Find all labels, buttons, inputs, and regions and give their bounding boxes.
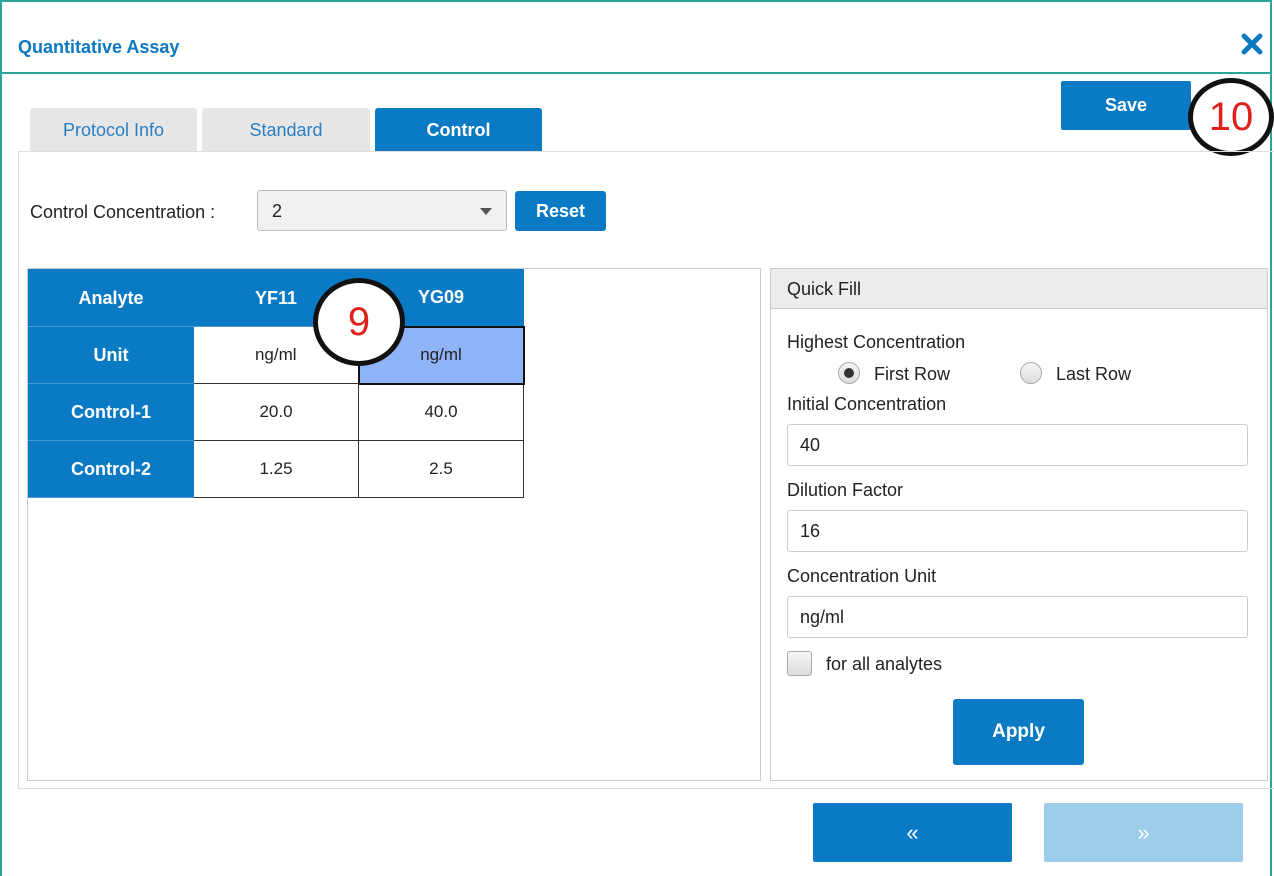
chevron-down-icon <box>480 208 492 215</box>
concentration-unit-label: Concentration Unit <box>787 566 937 586</box>
grid-cell[interactable]: 40.0 <box>358 383 524 441</box>
close-icon[interactable] <box>1240 32 1264 56</box>
dialog-titlebar: Quantitative Assay <box>2 2 1272 74</box>
tab-standard[interactable]: Standard <box>202 108 370 152</box>
quick-fill-title: Quick Fill <box>787 279 862 299</box>
grid-row-header: Control-1 <box>28 383 194 441</box>
reset-button[interactable]: Reset <box>515 191 606 231</box>
control-concentration-label: Control Concentration : <box>30 202 216 222</box>
table-row: Control-2 1.25 2.5 <box>28 440 524 498</box>
apply-button[interactable]: Apply <box>953 699 1084 765</box>
radio-last-row[interactable] <box>1020 362 1042 384</box>
for-all-analytes-checkbox[interactable] <box>787 651 812 676</box>
callout-marker-10: 10 <box>1188 78 1274 156</box>
grid-row-header: Control-2 <box>28 440 194 498</box>
concentration-unit-field[interactable]: ng/ml <box>787 596 1248 638</box>
dialog-title: Quantitative Assay <box>18 37 180 57</box>
dilution-factor-label: Dilution Factor <box>787 480 904 500</box>
control-concentration-value: 2 <box>272 201 283 221</box>
previous-button[interactable]: « <box>813 803 1012 862</box>
radio-first-row[interactable] <box>838 362 860 384</box>
quick-fill-header: Quick Fill <box>771 269 1267 309</box>
grid-cell[interactable]: 1.25 <box>193 440 359 498</box>
grid-header-row: Analyte YF11 YG09 <box>28 269 524 327</box>
radio-first-row-label: First Row <box>874 364 950 384</box>
grid-cell[interactable]: 20.0 <box>193 383 359 441</box>
grid-cell[interactable]: 2.5 <box>358 440 524 498</box>
table-row: Unit ng/ml ng/ml <box>28 325 525 385</box>
tab-control[interactable]: Control <box>375 108 542 152</box>
dilution-factor-field[interactable]: 16 <box>787 510 1248 552</box>
for-all-analytes-label: for all analytes <box>826 654 943 674</box>
control-grid: Analyte YF11 YG09 Unit ng/ml ng/ml Contr… <box>28 269 525 498</box>
next-button[interactable]: » <box>1044 803 1243 862</box>
grid-row-header: Unit <box>28 326 194 384</box>
table-row: Control-1 20.0 40.0 <box>28 383 524 441</box>
highest-concentration-label: Highest Concentration <box>787 332 966 352</box>
tab-protocol-info[interactable]: Protocol Info <box>30 108 197 152</box>
control-concentration-select[interactable]: 2 <box>257 190 507 231</box>
initial-concentration-label: Initial Concentration <box>787 394 947 414</box>
radio-last-row-label: Last Row <box>1056 364 1132 384</box>
callout-marker-9: 9 <box>313 278 405 366</box>
save-button[interactable]: Save <box>1061 81 1191 130</box>
initial-concentration-field[interactable]: 40 <box>787 424 1248 466</box>
grid-corner-header: Analyte <box>28 269 194 327</box>
